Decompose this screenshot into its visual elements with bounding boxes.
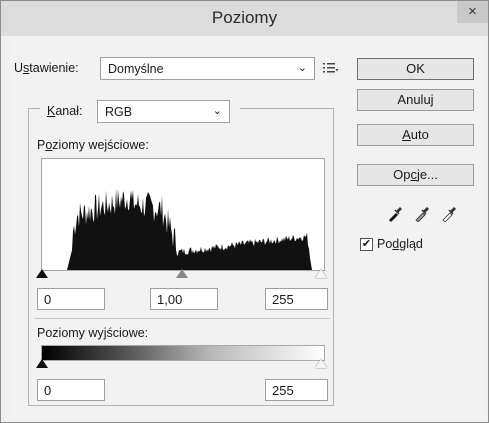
channel-value: RGB <box>105 105 133 119</box>
preset-label: Ustawienie: <box>14 61 79 75</box>
histogram-plot <box>42 188 324 270</box>
histogram-shape <box>42 188 324 270</box>
preview-label: Podgląd <box>377 237 423 251</box>
white-eyedropper-icon[interactable] <box>441 206 457 223</box>
channel-select[interactable]: RGB ⌄ <box>97 100 230 123</box>
close-button[interactable]: × <box>457 1 488 23</box>
title-bar[interactable]: Poziomy × <box>1 1 488 36</box>
chevron-down-icon: ⌄ <box>212 105 222 117</box>
channel-label: Kanał: <box>47 104 83 118</box>
dialog-body: Ustawienie: Domyślne ⌄ OK Anuluj Auto Op… <box>10 36 482 416</box>
output-levels-label: Poziomy wyjściowe: <box>37 326 149 340</box>
output-gradient-bar <box>41 345 325 361</box>
input-gamma-slider[interactable] <box>176 269 188 278</box>
chevron-down-icon: ⌄ <box>297 62 307 74</box>
output-white-slider[interactable] <box>315 359 327 368</box>
output-white-field[interactable]: 255 <box>265 379 328 401</box>
options-button[interactable]: Opcje... <box>357 164 474 186</box>
input-levels-label: Poziomy wejściowe: <box>37 138 149 152</box>
input-white-field[interactable]: 255 <box>265 288 328 310</box>
auto-button[interactable]: Auto <box>357 124 474 146</box>
input-black-field[interactable]: 0 <box>37 288 105 310</box>
preview-checkbox[interactable]: ✔ <box>360 238 373 251</box>
window-title: Poziomy <box>211 8 278 27</box>
levels-dialog: Poziomy × Ustawienie: Domyślne ⌄ OK Anul… <box>0 0 489 423</box>
input-white-slider[interactable] <box>315 269 327 278</box>
preset-options-icon[interactable] <box>323 61 339 75</box>
gray-eyedropper-icon[interactable] <box>414 206 430 223</box>
output-black-slider[interactable] <box>36 359 48 368</box>
cancel-button[interactable]: Anuluj <box>357 89 474 111</box>
input-black-slider[interactable] <box>36 269 48 278</box>
black-eyedropper-icon[interactable] <box>387 206 403 222</box>
ok-button[interactable]: OK <box>357 58 474 80</box>
preset-select[interactable]: Domyślne ⌄ <box>100 57 315 80</box>
histogram <box>41 158 325 271</box>
input-gamma-field[interactable]: 1,00 <box>150 288 218 310</box>
output-black-field[interactable]: 0 <box>37 379 105 401</box>
divider <box>34 318 330 319</box>
preset-value: Domyślne <box>108 62 164 76</box>
